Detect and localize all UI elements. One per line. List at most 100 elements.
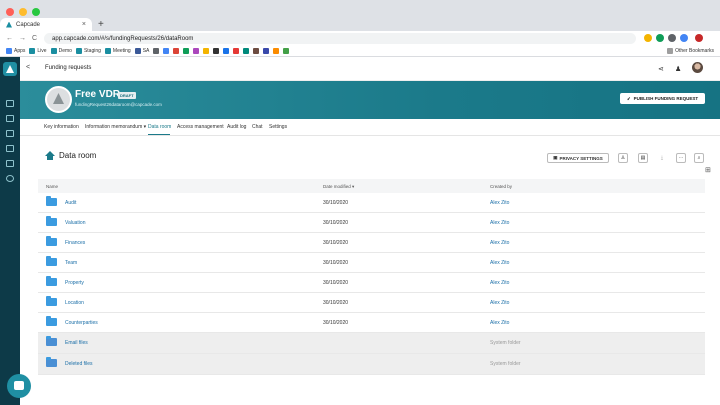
tab-key-information[interactable]: Key information [44, 124, 79, 130]
reports-icon[interactable] [6, 160, 14, 167]
new-tab-button[interactable]: + [98, 19, 104, 30]
bookmark-icon[interactable] [213, 48, 220, 54]
table-row[interactable]: Audit 30/10/2020 Alex Zito [38, 193, 705, 213]
table-row[interactable]: Finances 30/10/2020 Alex Zito [38, 233, 705, 253]
column-date-modified[interactable]: Date modified ▾ [323, 184, 354, 190]
tab-access-management[interactable]: Access management [177, 124, 224, 130]
tab-settings[interactable]: Settings [269, 124, 287, 130]
vdr-title: Free VDR [75, 89, 121, 100]
search-button[interactable]: ⌕ [694, 153, 704, 163]
back-chevron-icon[interactable]: < [26, 64, 30, 71]
tab-chat[interactable]: Chat [252, 124, 263, 130]
table-row[interactable]: Property 30/10/2020 Alex Zito [38, 273, 705, 293]
capcade-icon [104, 48, 111, 54]
maximize-window-dot[interactable] [32, 8, 40, 16]
extension-icon[interactable] [668, 34, 676, 42]
folder-name[interactable]: Property [65, 280, 84, 286]
home-icon[interactable] [45, 151, 55, 160]
system-folder-row[interactable]: Deleted files System folder [38, 354, 705, 375]
capcade-icon [75, 48, 82, 54]
folder-name[interactable]: Location [65, 300, 84, 306]
folder-name[interactable]: Audit [65, 200, 76, 206]
email-folder-icon [46, 336, 57, 346]
bookmark-icon[interactable] [203, 48, 210, 54]
upload-folder-button[interactable]: ▤ [638, 153, 648, 163]
close-window-dot[interactable] [6, 8, 14, 16]
folder-name[interactable]: Team [65, 260, 77, 266]
notification-bell-icon[interactable]: ♟ [675, 65, 681, 73]
table-row[interactable]: Team 30/10/2020 Alex Zito [38, 253, 705, 273]
app-topbar: < Funding requests ⋖ ♟ [20, 57, 720, 81]
folder-name[interactable]: Deleted files [65, 361, 93, 367]
bookmark-icon[interactable] [153, 48, 160, 54]
table-row[interactable]: Location 30/10/2020 Alex Zito [38, 293, 705, 313]
chat-launcher-button[interactable] [7, 374, 31, 398]
bookmark-meeting[interactable]: Meeting [104, 48, 131, 54]
bookmark-icon [134, 48, 141, 54]
forward-arrow-icon[interactable]: → [19, 35, 26, 42]
add-user-button[interactable]: ♙ [618, 153, 628, 163]
bookmark-staging[interactable]: Staging [75, 48, 101, 54]
tab-audit-log[interactable]: Audit log [227, 124, 246, 130]
reload-icon[interactable]: C [32, 35, 37, 42]
address-bar[interactable]: app.capcade.com/#/s/fundingRequests/26/d… [44, 33, 636, 44]
bookmark-icon[interactable] [263, 48, 270, 54]
created-by[interactable]: Alex Zito [490, 220, 509, 226]
minimize-window-dot[interactable] [19, 8, 27, 16]
bookmark-sa[interactable]: SA [134, 48, 149, 54]
bookmark-icon[interactable] [253, 48, 260, 54]
column-created-by[interactable]: Created by [490, 184, 512, 189]
folder-name[interactable]: Email files [65, 340, 88, 346]
extension-icon[interactable] [644, 34, 652, 42]
bookmark-icon[interactable] [183, 48, 190, 54]
created-by[interactable]: Alex Zito [490, 260, 509, 266]
bookmark-icon[interactable] [283, 48, 290, 54]
back-arrow-icon[interactable]: ← [6, 35, 13, 42]
created-by[interactable]: Alex Zito [490, 200, 509, 206]
share-icon[interactable]: ⋖ [658, 65, 664, 73]
column-name[interactable]: Name [46, 184, 58, 189]
bookmark-icon[interactable] [273, 48, 280, 54]
table-row[interactable]: Counterparties 30/10/2020 Alex Zito [38, 313, 705, 333]
download-button[interactable]: ⤓ [657, 153, 667, 163]
documents-icon[interactable] [6, 130, 14, 137]
help-icon[interactable] [6, 175, 14, 182]
profile-avatar-icon[interactable] [695, 34, 703, 42]
folder-name[interactable]: Finances [65, 240, 85, 246]
bookmark-icon[interactable] [193, 48, 200, 54]
bookmark-icon[interactable] [163, 48, 170, 54]
bookmark-live[interactable]: Live [29, 48, 47, 54]
tab-data-room[interactable]: Data room [148, 124, 171, 130]
bookmark-apps[interactable]: Apps [6, 48, 25, 54]
contacts-icon[interactable] [6, 145, 14, 152]
bookmark-icon[interactable] [243, 48, 250, 54]
folder-name[interactable]: Counterparties [65, 320, 98, 326]
lock-icon: ▣ [553, 155, 558, 160]
created-by[interactable]: Alex Zito [490, 300, 509, 306]
user-avatar[interactable] [692, 62, 703, 73]
created-by: System folder [490, 340, 521, 346]
publish-funding-request-button[interactable]: ➶ PUBLISH FUNDING REQUEST [620, 93, 705, 104]
created-by[interactable]: Alex Zito [490, 280, 509, 286]
extension-icon[interactable] [680, 34, 688, 42]
bookmark-icon[interactable] [233, 48, 240, 54]
hierarchy-icon[interactable]: ⊞ [705, 166, 711, 174]
dashboard-icon[interactable] [6, 100, 14, 107]
bookmark-demo[interactable]: Demo [50, 48, 72, 54]
privacy-settings-button[interactable]: ▣ PRIVACY SETTINGS [547, 153, 609, 163]
created-by[interactable]: Alex Zito [490, 240, 509, 246]
other-bookmarks[interactable]: Other Bookmarks [667, 48, 714, 54]
created-by[interactable]: Alex Zito [490, 320, 509, 326]
extension-icon[interactable] [656, 34, 664, 42]
browser-tab[interactable]: Capcade × [0, 18, 92, 31]
system-folder-row[interactable]: Email files System folder [38, 333, 705, 354]
tab-close-icon[interactable]: × [82, 21, 86, 28]
tab-information-memorandum[interactable]: Information memorandum ▾ [85, 124, 146, 130]
more-options-button[interactable]: ⋯ [676, 153, 686, 163]
bookmark-icon[interactable] [173, 48, 180, 54]
capcade-logo-icon[interactable] [3, 62, 17, 76]
folder-name[interactable]: Valuation [65, 220, 85, 226]
bookmark-icon[interactable] [223, 48, 230, 54]
table-row[interactable]: Valuation 30/10/2020 Alex Zito [38, 213, 705, 233]
deals-icon[interactable] [6, 115, 14, 122]
